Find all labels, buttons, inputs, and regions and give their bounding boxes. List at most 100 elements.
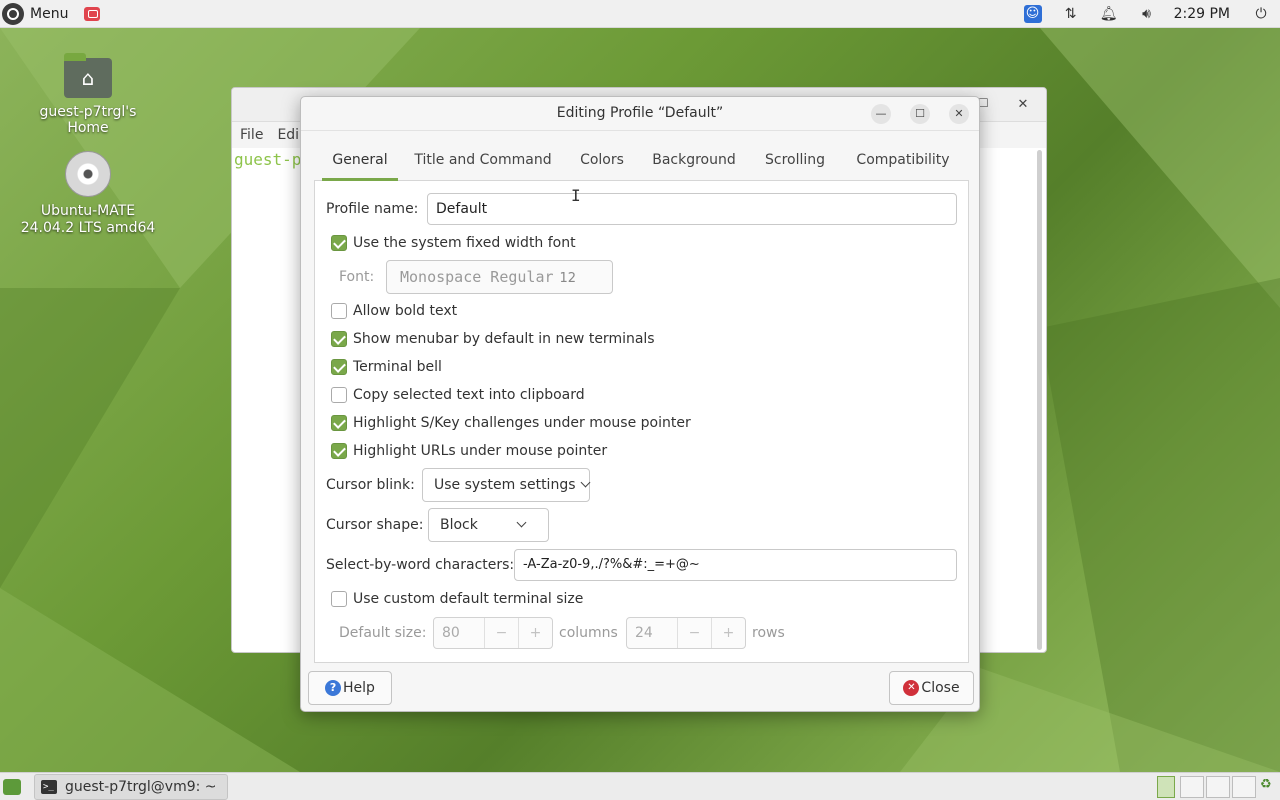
workspace-3[interactable] bbox=[1206, 776, 1230, 798]
terminal-bell-checkbox[interactable] bbox=[331, 359, 347, 375]
word-chars-input[interactable]: -A-Za-z0-9,./?%&#:_=+@~ bbox=[514, 549, 957, 581]
tab-background[interactable]: Background bbox=[650, 145, 738, 181]
rows-increment-button[interactable]: + bbox=[711, 618, 745, 648]
cursor-blink-select[interactable]: Use system settings bbox=[422, 468, 590, 502]
network-button[interactable]: ⇅ bbox=[1052, 0, 1090, 28]
tab-compatibility[interactable]: Compatibility bbox=[850, 145, 956, 181]
notifications-button[interactable]: 🔔︎ bbox=[1090, 0, 1128, 28]
workspace-2[interactable] bbox=[1180, 776, 1204, 798]
menu-file[interactable]: File bbox=[240, 127, 263, 143]
power-button[interactable]: ⏻ bbox=[1242, 0, 1280, 28]
bottom-panel: >_ guest-p7trgl@vm9: ~ ♻ bbox=[0, 772, 1280, 800]
system-tray: ☺ ⇅ 🔔︎ 🔊︎ 2:29 PM ⏻ bbox=[1014, 0, 1280, 28]
help-button[interactable]: ? Help bbox=[308, 671, 392, 705]
cursor-shape-label: Cursor shape: bbox=[326, 517, 424, 533]
terminal-scrollbar[interactable] bbox=[1037, 150, 1042, 650]
app-launcher-icon[interactable] bbox=[84, 6, 101, 21]
chevron-down-icon bbox=[516, 517, 527, 528]
help-icon: ? bbox=[325, 680, 342, 696]
clock[interactable]: 2:29 PM bbox=[1166, 6, 1242, 22]
copy-clipboard-row[interactable]: Copy selected text into clipboard bbox=[331, 383, 585, 407]
highlight-skey-checkbox[interactable] bbox=[331, 415, 347, 431]
show-menubar-checkbox[interactable] bbox=[331, 331, 347, 347]
chevron-down-icon bbox=[580, 477, 590, 488]
custom-size-checkbox[interactable] bbox=[331, 591, 347, 607]
minimize-icon: — bbox=[875, 107, 887, 120]
task-label: guest-p7trgl@vm9: ~ bbox=[65, 779, 217, 795]
profile-name-input[interactable]: Default bbox=[427, 193, 957, 225]
profile-name-row: Profile name: bbox=[326, 197, 418, 221]
custom-size-row[interactable]: Use custom default terminal size bbox=[331, 587, 583, 611]
allow-bold-row[interactable]: Allow bold text bbox=[331, 299, 457, 323]
ubuntu-mate-logo-icon bbox=[2, 2, 24, 25]
highlight-skey-row[interactable]: Highlight S/Key challenges under mouse p… bbox=[331, 411, 691, 435]
word-chars-row: Select-by-word characters: bbox=[326, 553, 514, 577]
accessibility-icon: ☺ bbox=[1023, 5, 1042, 23]
menu-button[interactable]: Menu bbox=[0, 0, 74, 28]
tab-title-and-command[interactable]: Title and Command bbox=[414, 145, 552, 181]
highlight-skey-label: Highlight S/Key challenges under mouse p… bbox=[353, 415, 691, 431]
maximize-button[interactable]: ☐ bbox=[910, 104, 930, 124]
desktop-icon-home[interactable]: guest-p7trgl's Home bbox=[18, 53, 158, 136]
columns-increment-button[interactable]: + bbox=[518, 618, 552, 648]
tab-colors[interactable]: Colors bbox=[572, 145, 632, 181]
volume-button[interactable]: 🔊︎ bbox=[1128, 0, 1166, 28]
highlight-urls-row[interactable]: Highlight URLs under mouse pointer bbox=[331, 439, 607, 463]
cursor-shape-select[interactable]: Block bbox=[428, 508, 549, 542]
system-font-checkbox[interactable] bbox=[331, 235, 347, 251]
columns-spinner[interactable]: 80 − + bbox=[433, 617, 553, 649]
columns-decrement-button[interactable]: − bbox=[484, 618, 518, 648]
font-picker-button[interactable]: Monospace Regular 12 bbox=[386, 260, 613, 294]
columns-value: 80 bbox=[442, 625, 460, 641]
close-icon[interactable]: ✕ bbox=[1012, 94, 1034, 116]
default-size-label: Default size: bbox=[339, 625, 427, 641]
minimize-button[interactable]: — bbox=[871, 104, 891, 124]
taskbar-terminal-button[interactable]: >_ guest-p7trgl@vm9: ~ bbox=[34, 774, 228, 800]
tab-scrolling[interactable]: Scrolling bbox=[760, 145, 830, 181]
window-close-button[interactable]: ✕ bbox=[949, 104, 969, 124]
tab-general[interactable]: General bbox=[322, 145, 398, 181]
rows-spinner[interactable]: 24 − + bbox=[626, 617, 746, 649]
power-icon: ⏻ bbox=[1255, 6, 1267, 22]
terminal-bell-label: Terminal bell bbox=[353, 359, 442, 375]
close-button[interactable]: ✕ Close bbox=[889, 671, 974, 705]
copy-clipboard-label: Copy selected text into clipboard bbox=[353, 387, 585, 403]
workspace-4[interactable] bbox=[1232, 776, 1256, 798]
show-menubar-row[interactable]: Show menubar by default in new terminals bbox=[331, 327, 655, 351]
menu-label: Menu bbox=[30, 5, 69, 22]
disc-icon bbox=[65, 151, 111, 197]
terminal-bell-row[interactable]: Terminal bell bbox=[331, 355, 442, 379]
allow-bold-checkbox[interactable] bbox=[331, 303, 347, 319]
trash-icon[interactable]: ♻ bbox=[1260, 777, 1276, 797]
show-desktop-icon[interactable] bbox=[3, 779, 21, 795]
dialog-titlebar[interactable]: Editing Profile “Default” — ☐ ✕ bbox=[301, 97, 979, 131]
cursor-blink-row: Cursor blink: bbox=[326, 473, 415, 497]
highlight-urls-label: Highlight URLs under mouse pointer bbox=[353, 443, 608, 459]
cursor-blink-value: Use system settings bbox=[434, 477, 576, 493]
highlight-urls-checkbox[interactable] bbox=[331, 443, 347, 459]
workspace-1[interactable] bbox=[1157, 776, 1175, 798]
accessibility-button[interactable]: ☺ bbox=[1014, 0, 1052, 28]
copy-clipboard-checkbox[interactable] bbox=[331, 387, 347, 403]
close-icon: ✕ bbox=[954, 107, 964, 120]
columns-unit-row: columns bbox=[559, 621, 618, 645]
rows-decrement-button[interactable]: − bbox=[677, 618, 711, 648]
bell-icon: 🔔︎ bbox=[1099, 6, 1118, 22]
system-font-label: Use the system fixed width font bbox=[353, 235, 576, 251]
menu-edit[interactable]: Edi bbox=[277, 127, 299, 143]
help-button-label: Help bbox=[343, 680, 375, 696]
terminal-icon: >_ bbox=[41, 780, 57, 794]
system-font-row[interactable]: Use the system fixed width font bbox=[331, 231, 576, 255]
profile-dialog: Editing Profile “Default” — ☐ ✕ General … bbox=[300, 96, 980, 712]
profile-name-label: Profile name: bbox=[326, 201, 419, 217]
font-label: Font: bbox=[339, 269, 375, 285]
tab-bar: General Title and Command Colors Backgro… bbox=[314, 145, 969, 181]
columns-label: columns bbox=[559, 625, 618, 641]
maximize-icon: ☐ bbox=[915, 107, 925, 120]
maximize-icon[interactable]: ☐ bbox=[978, 96, 992, 110]
top-panel: Menu ☺ ⇅ 🔔︎ 🔊︎ 2:29 PM ⏻ bbox=[0, 0, 1280, 28]
desktop-icon-disc[interactable]: Ubuntu-MATE 24.04.2 LTS amd64 bbox=[18, 151, 158, 237]
terminal-prompt: guest-p bbox=[234, 150, 302, 169]
word-chars-label: Select-by-word characters: bbox=[326, 557, 515, 573]
cursor-shape-row: Cursor shape: bbox=[326, 513, 423, 537]
